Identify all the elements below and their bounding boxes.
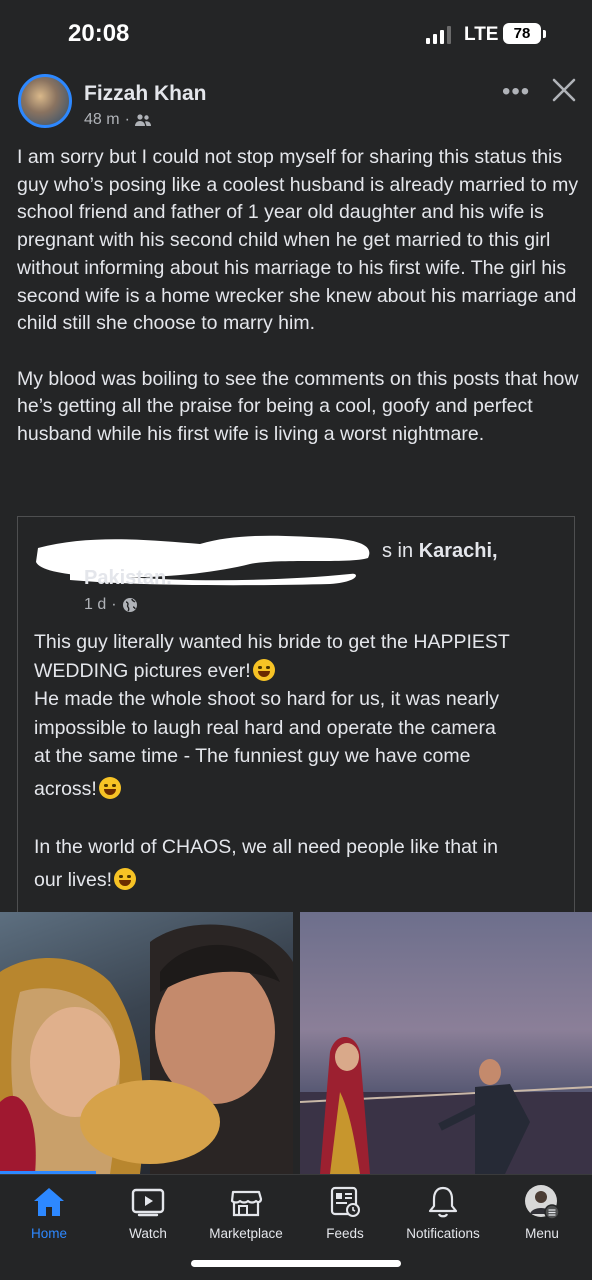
author-name[interactable]: Fizzah Khan xyxy=(84,82,207,106)
signal-icon xyxy=(426,26,451,44)
nav-notifications[interactable]: Notifications xyxy=(400,1184,486,1241)
home-indicator[interactable] xyxy=(191,1260,401,1267)
shared-header-location: s in Karachi, xyxy=(382,540,498,563)
location-link-continued[interactable]: Pakistan. xyxy=(84,567,172,590)
nav-feeds[interactable]: Feeds xyxy=(310,1184,380,1241)
location-link[interactable]: Karachi, xyxy=(419,540,498,562)
shared-text-line: across! xyxy=(34,775,564,804)
shared-text-fragment: across! xyxy=(34,777,97,800)
shared-text-line: He made the whole shoot so hard for us, … xyxy=(34,688,499,710)
status-time: 20:08 xyxy=(68,20,130,47)
shared-post-body: This guy literally wanted his bride to g… xyxy=(34,628,564,894)
crying-emoji-icon xyxy=(114,867,137,890)
shared-text-line: In the world of CHAOS, we all need peopl… xyxy=(34,836,498,858)
shared-text-line: impossible to laugh real hard and operat… xyxy=(34,716,496,739)
post-paragraph: My blood was boiling to see the comments… xyxy=(17,367,579,446)
post-time[interactable]: 48 m xyxy=(84,111,120,129)
globe-icon[interactable] xyxy=(122,597,138,613)
feeds-icon xyxy=(330,1186,360,1217)
status-bar: 20:08 LTE 78 xyxy=(0,0,592,70)
shared-header-prefix: s in xyxy=(382,540,419,562)
redaction-scribble xyxy=(36,535,370,586)
grinning-sweat-emoji-icon xyxy=(98,776,121,799)
post-meta: 48 m · xyxy=(84,111,151,129)
nav-watch[interactable]: Watch xyxy=(113,1184,183,1241)
more-options-icon[interactable]: ••• xyxy=(502,78,530,106)
home-icon xyxy=(34,1188,64,1216)
menu-avatar-icon xyxy=(525,1185,560,1220)
post-body: I am sorry but I could not stop myself f… xyxy=(17,144,582,476)
nav-home[interactable]: Home xyxy=(14,1184,84,1241)
wedding-photo-closeup[interactable] xyxy=(0,912,293,1174)
meta-separator: · xyxy=(111,596,117,613)
shared-text-line: at the same time - The funniest guy we h… xyxy=(34,745,471,767)
nav-label: Feeds xyxy=(326,1226,364,1241)
friends-audience-icon[interactable] xyxy=(134,113,151,127)
close-icon[interactable] xyxy=(550,76,578,104)
active-tab-indicator xyxy=(0,1171,96,1174)
nav-label: Notifications xyxy=(406,1226,480,1241)
nav-label: Watch xyxy=(129,1226,167,1241)
shared-text-fragment: our lives! xyxy=(34,868,113,891)
battery-icon: 78 xyxy=(503,23,541,44)
shared-text-fragment: WEDDING pictures ever! xyxy=(34,659,251,682)
shared-text-line: This guy literally wanted his bride to g… xyxy=(34,631,510,653)
nav-label: Home xyxy=(30,1226,67,1241)
network-type: LTE xyxy=(464,24,499,45)
marketplace-icon xyxy=(230,1190,263,1217)
shared-text-line: our lives! xyxy=(34,866,564,895)
shared-text-line: WEDDING pictures ever! xyxy=(34,657,564,686)
nav-label: Marketplace xyxy=(209,1226,283,1241)
wedding-photo-closeup-art xyxy=(0,924,293,1174)
shared-post-meta: 1 d · xyxy=(84,596,138,614)
author-avatar[interactable] xyxy=(18,74,72,128)
rofl-emoji-icon xyxy=(252,658,275,681)
bell-icon xyxy=(428,1186,458,1218)
battery-tip xyxy=(543,30,546,38)
wedding-photo-dance[interactable] xyxy=(300,912,592,1174)
nav-marketplace[interactable]: Marketplace xyxy=(204,1184,288,1241)
nav-label: Menu xyxy=(525,1226,559,1241)
watch-icon xyxy=(131,1188,165,1217)
nav-menu[interactable]: Menu xyxy=(507,1184,577,1241)
post-paragraph: I am sorry but I could not stop myself f… xyxy=(17,146,579,335)
shared-post-time[interactable]: 1 d xyxy=(84,596,106,614)
wedding-photo-dance-art xyxy=(300,1037,592,1174)
meta-separator: · xyxy=(124,111,130,128)
